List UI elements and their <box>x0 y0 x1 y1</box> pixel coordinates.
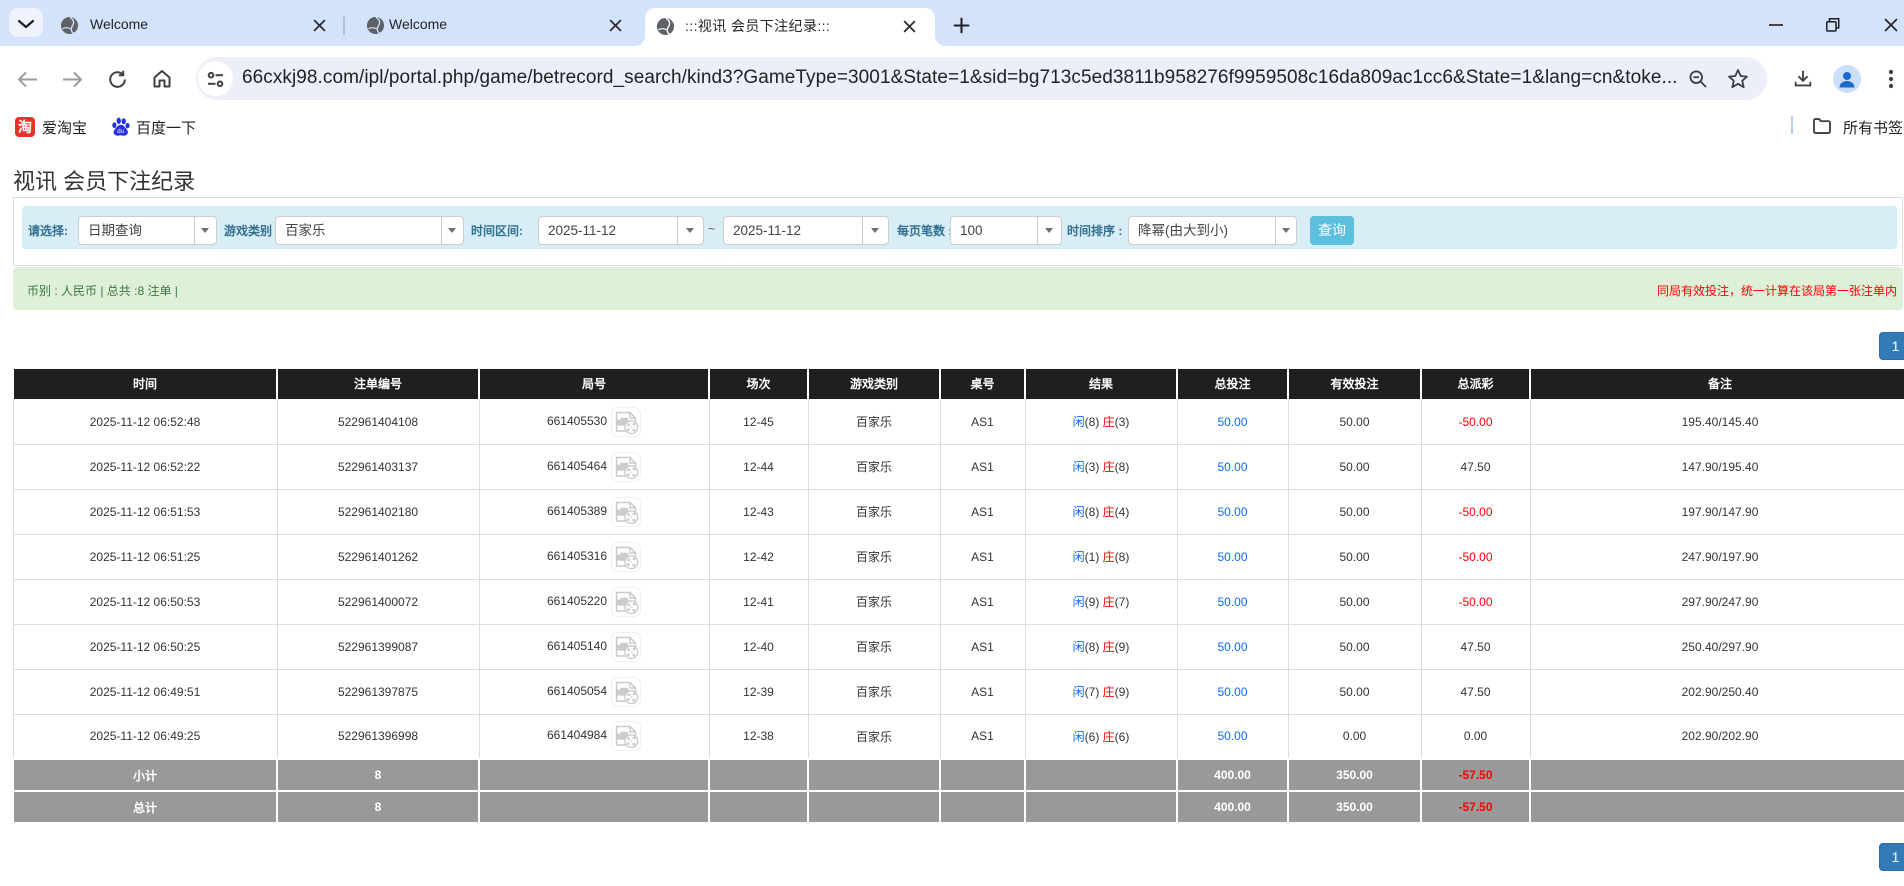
svg-text:du: du <box>117 128 124 135</box>
